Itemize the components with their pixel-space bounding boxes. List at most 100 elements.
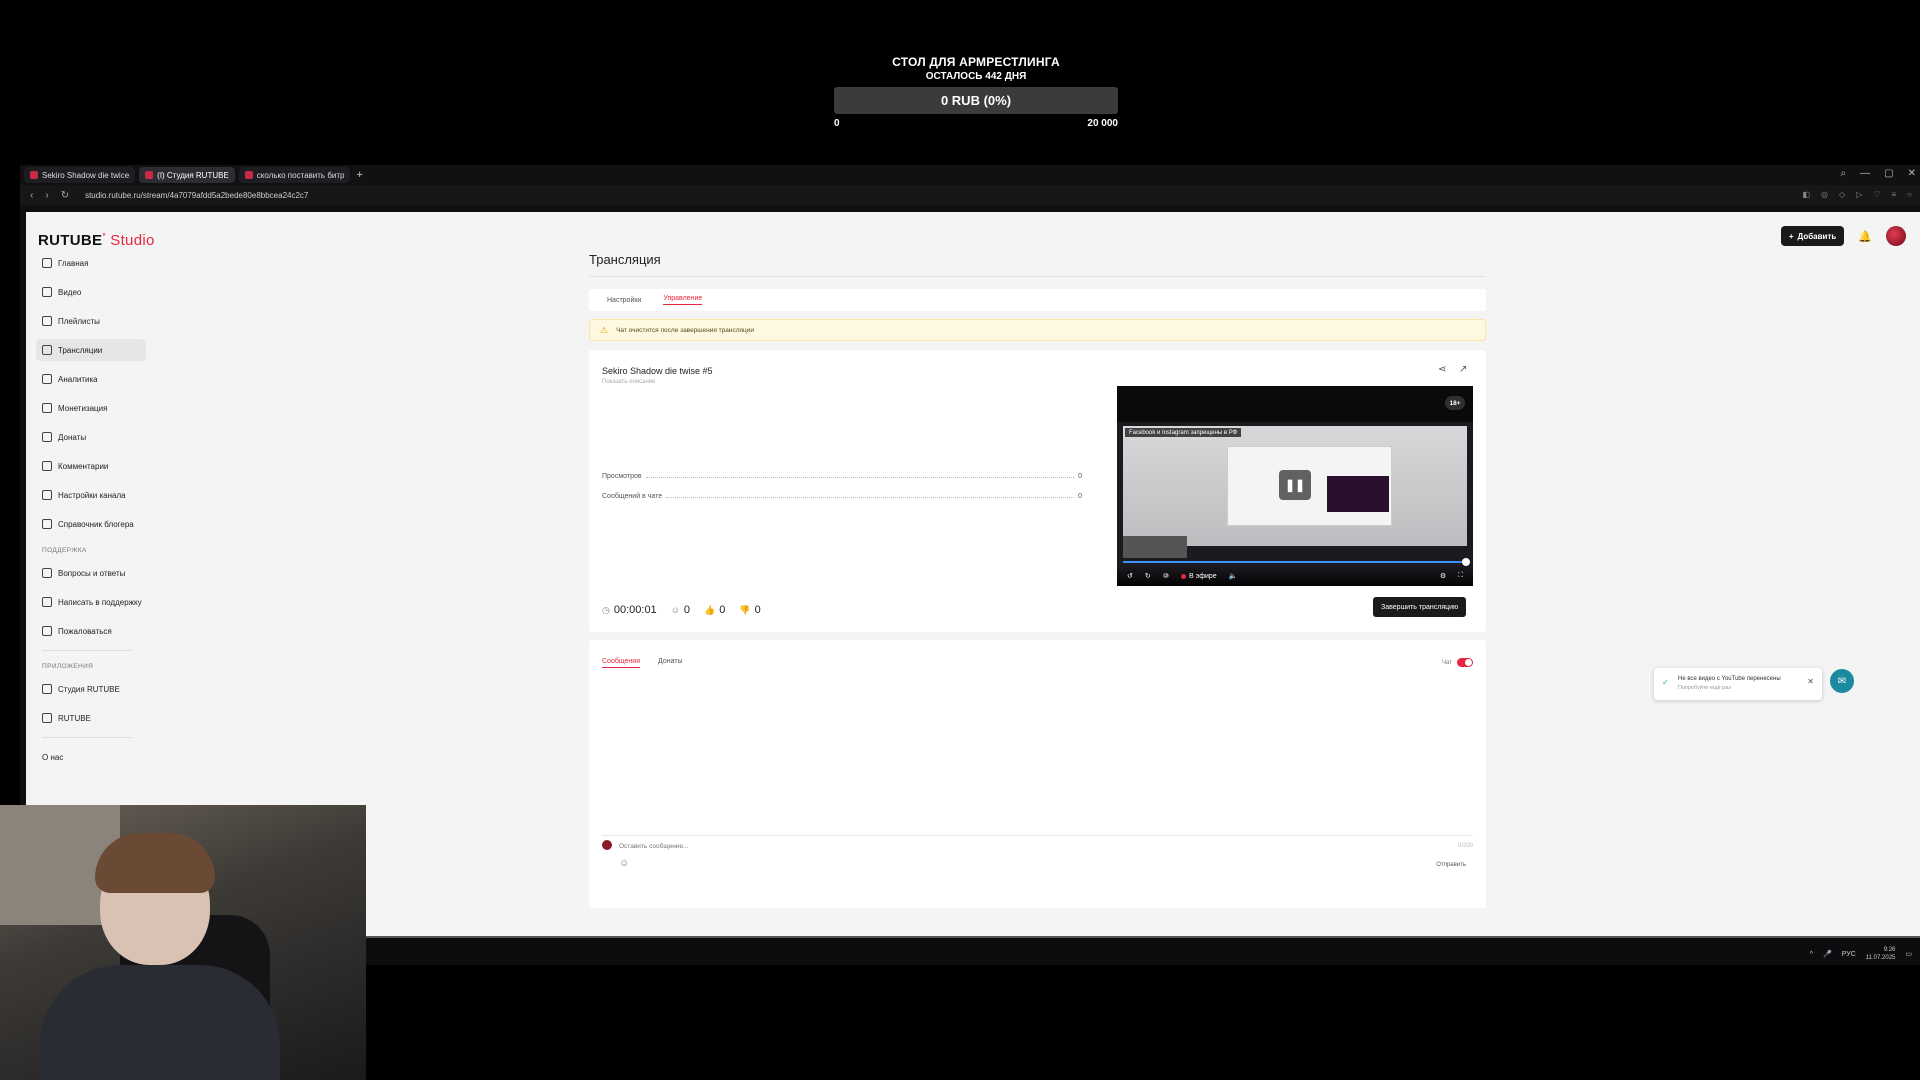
- dislikes-value: 0: [754, 604, 761, 616]
- extensions-bar: ◧ ◎ ◇ ▷ ♡ ≡ ○: [1802, 190, 1912, 199]
- tab-bar: Sekiro Shadow die twice (I) Студия RUTUB…: [20, 165, 1920, 185]
- tab-management[interactable]: Управление: [663, 295, 703, 305]
- browser-tab-2[interactable]: (I) Студия RUTUBE: [139, 167, 235, 183]
- keyboard-language[interactable]: РУС: [1842, 951, 1856, 958]
- sidebar-item-video[interactable]: Видео: [36, 281, 146, 303]
- bell-icon[interactable]: 🔔: [1858, 230, 1872, 243]
- extension-icon[interactable]: ◇: [1839, 190, 1845, 199]
- end-stream-button[interactable]: Завершить трансляцию: [1373, 597, 1467, 617]
- sidebar-item-monetization[interactable]: Монетизация: [36, 397, 146, 419]
- warning-icon: ⚠: [600, 324, 609, 335]
- extension-icon[interactable]: ◧: [1802, 190, 1810, 199]
- progress-knob[interactable]: [1462, 558, 1470, 566]
- player-progress[interactable]: [1123, 558, 1470, 566]
- fullscreen-icon[interactable]: ⛶: [1458, 572, 1463, 580]
- chevron-up-icon[interactable]: ^: [1810, 951, 1813, 958]
- tab-messages[interactable]: Сообщения: [602, 658, 640, 668]
- heart-icon[interactable]: ♡: [1873, 190, 1880, 199]
- stream-card: Sekiro Shadow die twise #5 Показать опис…: [589, 350, 1486, 632]
- forward-icon[interactable]: ›: [45, 190, 48, 201]
- broadcast-icon: [42, 345, 52, 355]
- show-description-link[interactable]: Показать описание: [602, 379, 655, 385]
- new-tab-icon[interactable]: +: [356, 169, 362, 181]
- replay-10-icon[interactable]: ⑩: [1163, 572, 1169, 580]
- profile-icon[interactable]: ○: [1907, 190, 1912, 199]
- sidebar-item-faq[interactable]: Вопросы и ответы: [36, 562, 146, 584]
- external-link-icon[interactable]: ↗: [1459, 364, 1467, 375]
- sidebar-item-analytics[interactable]: Аналитика: [36, 368, 146, 390]
- close-icon[interactable]: ✕: [1908, 168, 1916, 179]
- url-field[interactable]: studio.rutube.ru/stream/4a7079afdd5a2bed…: [85, 191, 308, 200]
- player-top-strip: [1117, 386, 1473, 422]
- sidebar-item-label: Пожаловаться: [58, 626, 112, 636]
- tab-donations[interactable]: Донаты: [658, 658, 683, 668]
- goal-max: 20 000: [1087, 118, 1118, 129]
- send-button[interactable]: Отправить: [1436, 862, 1466, 868]
- player-thumbnail: [1327, 476, 1389, 512]
- sidebar: Главная Видео Плейлисты Трансляции Анали…: [36, 252, 146, 775]
- emoji-icon[interactable]: ☺: [619, 858, 629, 869]
- toggle-switch[interactable]: [1457, 658, 1473, 667]
- sidebar-item-studio-app[interactable]: Студия RUTUBE: [36, 678, 146, 700]
- sidebar-item-report[interactable]: Пожаловаться: [36, 620, 146, 642]
- share-icon[interactable]: ⋖: [1438, 364, 1446, 375]
- sidebar-item-contact-support[interactable]: Написать в поддержку: [36, 591, 146, 613]
- sidebar-item-donations[interactable]: Донаты: [36, 426, 146, 448]
- add-button[interactable]: + Добавить: [1780, 226, 1845, 246]
- chat-message-input[interactable]: [619, 840, 1439, 852]
- clock-date: 11.07.2025: [1865, 955, 1896, 961]
- menu-icon[interactable]: ≡: [1891, 190, 1896, 199]
- maximize-icon[interactable]: ▢: [1884, 168, 1893, 179]
- forward-10-icon[interactable]: ↻: [1145, 572, 1151, 580]
- browser-tab-3[interactable]: сколько поставить битр: [238, 167, 351, 183]
- char-count: 0/200: [1457, 843, 1473, 849]
- rewind-icon[interactable]: ↺: [1127, 572, 1133, 580]
- reload-icon[interactable]: ↻: [61, 190, 69, 201]
- add-button-label: Добавить: [1797, 231, 1837, 241]
- player-controls: ↺ ↻ ⑩ В эфире 🔈 ⚙ ⛶: [1117, 566, 1473, 586]
- rutube-studio-logo[interactable]: RUTUBE° Studio: [38, 232, 155, 249]
- stat-label: Просмотров: [602, 473, 642, 480]
- tab-favicon-icon: [145, 171, 154, 179]
- sidebar-item-label: Видео: [58, 287, 82, 297]
- sidebar-item-home[interactable]: Главная: [36, 252, 146, 274]
- sidebar-item-streams[interactable]: Трансляции: [36, 339, 146, 361]
- extension-icon[interactable]: ◎: [1821, 190, 1828, 199]
- taskbar: ^ 🎤 РУС 9:26 11.07.2025 ▭: [298, 938, 1920, 965]
- volume-icon[interactable]: 🔈: [1229, 572, 1238, 580]
- tab-settings[interactable]: Настройки: [607, 297, 641, 304]
- sidebar-item-label: Аналитика: [58, 374, 98, 384]
- avatar: [602, 840, 612, 850]
- live-indicator[interactable]: В эфире: [1181, 573, 1217, 580]
- sidebar-item-label: Монетизация: [58, 403, 108, 413]
- play-icon[interactable]: ▷: [1856, 190, 1862, 199]
- goal-progress-label: 0 RUB (0%): [940, 93, 1012, 108]
- sidebar-item-label: Главная: [58, 258, 89, 268]
- sidebar-item-blogger-guide[interactable]: Справочник блогера: [36, 513, 146, 535]
- sidebar-item-comments[interactable]: Комментарии: [36, 455, 146, 477]
- sidebar-item-channel-settings[interactable]: Настройки канала: [36, 484, 146, 506]
- notification-icon[interactable]: ▭: [1905, 950, 1912, 958]
- gear-icon[interactable]: ⚙: [1440, 572, 1446, 580]
- stat-views: Просмотров 0: [602, 470, 1082, 480]
- age-rating-badge: 18+: [1445, 396, 1465, 410]
- microphone-icon[interactable]: 🎤: [1823, 950, 1832, 958]
- sidebar-item-playlists[interactable]: Плейлисты: [36, 310, 146, 332]
- chat-toggle[interactable]: Чат: [1442, 658, 1473, 667]
- info-icon: [42, 519, 52, 529]
- avatar[interactable]: [1886, 226, 1906, 246]
- browser-tab-1[interactable]: Sekiro Shadow die twice: [24, 167, 136, 183]
- duration-value: 00:00:01: [613, 604, 657, 616]
- sidebar-item-rutube-app[interactable]: RUTUBE: [36, 707, 146, 729]
- sidebar-item-about[interactable]: О нас: [36, 746, 146, 768]
- back-icon[interactable]: ‹: [30, 190, 33, 201]
- pause-icon[interactable]: ❚❚: [1279, 470, 1311, 500]
- close-icon[interactable]: ✕: [1807, 677, 1814, 686]
- video-player[interactable]: 18+ Facebook и Instagram запрещены в РФ …: [1117, 386, 1473, 586]
- help-chat-button[interactable]: ✉: [1830, 669, 1854, 693]
- search-icon[interactable]: ⌕: [1841, 168, 1847, 179]
- gift-icon: [42, 432, 52, 442]
- clock[interactable]: 9:26 11.07.2025: [1866, 946, 1896, 962]
- viewers-value: 0: [683, 604, 691, 616]
- minimize-icon[interactable]: —: [1860, 168, 1870, 179]
